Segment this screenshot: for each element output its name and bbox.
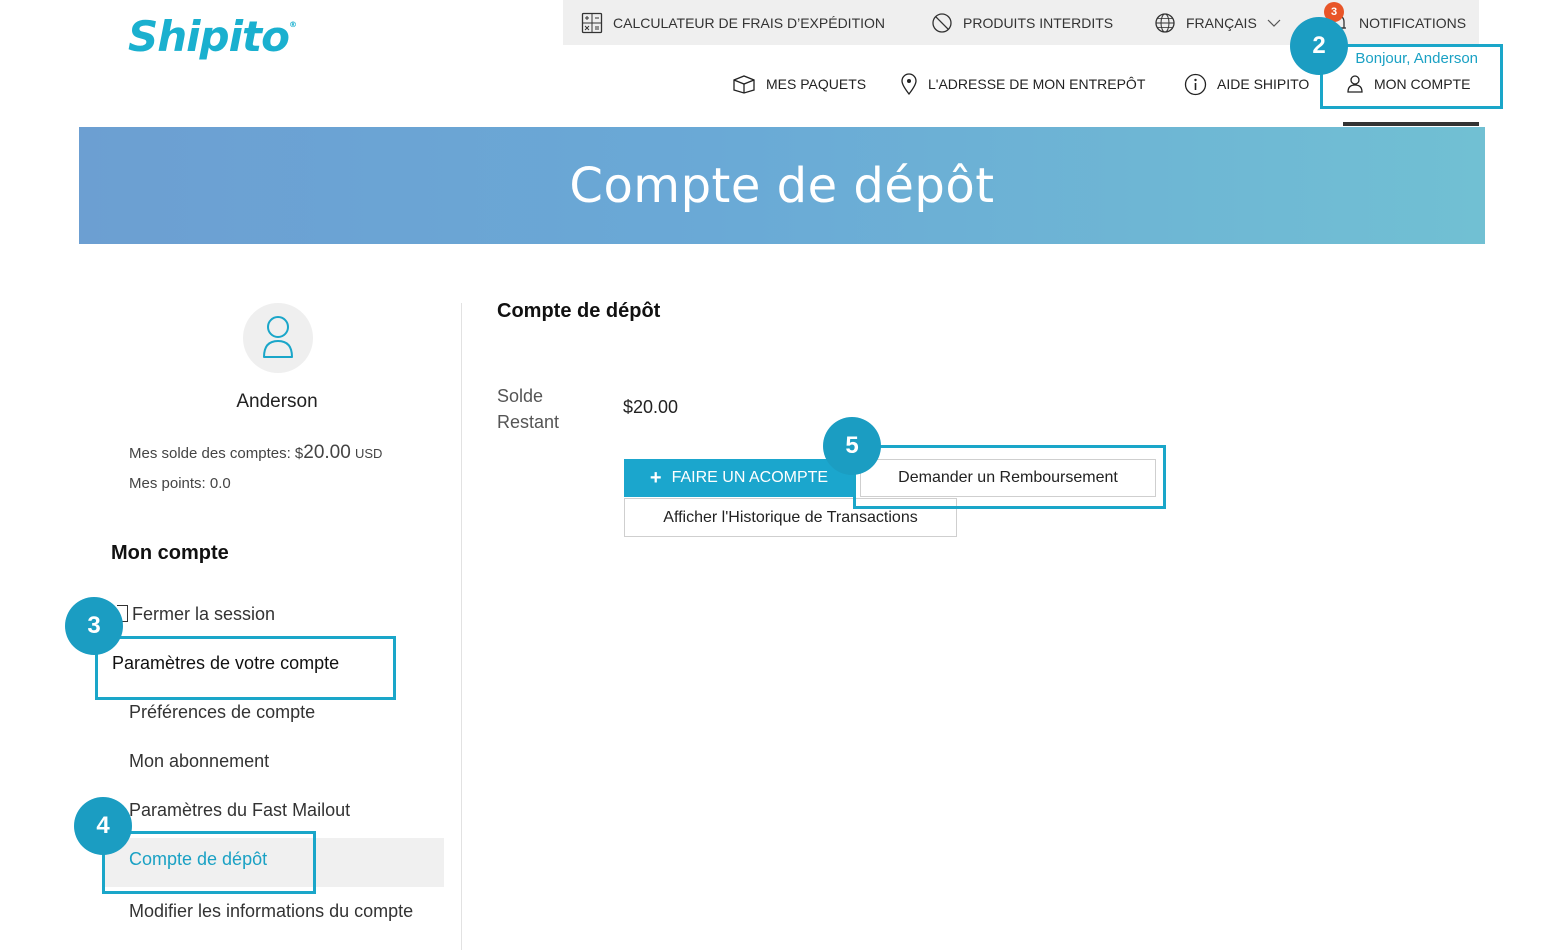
account-balance-summary: Mes solde des comptes: $20.00 USD	[129, 442, 382, 464]
plus-icon: +	[649, 467, 662, 489]
highlight-deposit-account	[102, 831, 316, 894]
sidebar-item-label: Paramètres du Fast Mailout	[129, 800, 351, 820]
chevron-down-icon	[1267, 18, 1281, 28]
sidebar-item-edit-account-info[interactable]: Modifier les informations du compte	[129, 898, 419, 924]
points-summary: Mes points: 0.0	[129, 475, 231, 492]
logo-text: Shipito	[128, 12, 290, 61]
sidebar-item-logout[interactable]: Fermer la session	[117, 604, 275, 625]
calculator-label: CALCULATEUR DE FRAIS D’EXPÉDITION	[613, 14, 886, 31]
package-icon	[732, 74, 756, 94]
balance-value: $20.00	[623, 397, 679, 417]
make-deposit-button[interactable]: + FAIRE UN ACOMPTE	[624, 459, 854, 497]
nav-help-label: AIDE SHIPITO	[1217, 76, 1310, 92]
profile-username: Anderson	[236, 391, 318, 412]
sidebar-item-label: Préférences de compte	[129, 702, 316, 722]
nav-warehouse-address[interactable]: L'ADRESSE DE MON ENTREPÔT	[900, 70, 1145, 98]
step-marker-4: 4	[74, 797, 132, 855]
notifications-label: NOTIFICATIONS	[1359, 14, 1467, 31]
sidebar-item-account-preferences[interactable]: Préférences de compte	[129, 702, 315, 723]
prohibited-icon	[931, 12, 953, 34]
language-selector[interactable]: FRANÇAIS	[1154, 12, 1281, 34]
balance-currency: USD	[354, 446, 383, 461]
language-label: FRANÇAIS	[1186, 14, 1257, 31]
nav-my-packages-label: MES PAQUETS	[766, 76, 867, 92]
globe-icon	[1154, 12, 1176, 34]
page-title: Compte de dépôt	[569, 157, 995, 214]
avatar	[243, 303, 313, 373]
balance-prefix: Mes solde des comptes: $	[129, 445, 304, 462]
highlight-refund-button	[853, 445, 1166, 509]
sidebar-item-label: Fermer la session	[132, 604, 276, 624]
prohibited-label: PRODUITS INTERDITS	[963, 14, 1114, 31]
balance-amount: 20.00	[303, 442, 351, 463]
notifications-link[interactable]: NOTIFICATIONS	[1327, 12, 1466, 34]
step-marker-2: 2	[1290, 17, 1348, 75]
calculator-icon	[581, 12, 603, 34]
balance-label: Solde Restant	[497, 386, 560, 432]
page-hero-banner: Compte de dépôt	[79, 127, 1485, 244]
step-marker-5: 5	[823, 417, 881, 475]
shipping-calculator-link[interactable]: CALCULATEUR DE FRAIS D’EXPÉDITION	[581, 12, 885, 34]
sidebar-heading: Mon compte	[111, 542, 229, 564]
registered-mark: ®	[288, 20, 297, 29]
shipito-logo[interactable]: Shipito®	[128, 12, 297, 61]
nav-shipito-help[interactable]: AIDE SHIPITO	[1184, 70, 1309, 98]
nav-my-packages[interactable]: MES PAQUETS	[732, 70, 866, 98]
location-pin-icon	[900, 72, 918, 96]
make-deposit-label: FAIRE UN ACOMPTE	[671, 469, 829, 486]
sidebar-item-label: Mon abonnement	[129, 751, 270, 771]
nav-warehouse-label: L'ADRESSE DE MON ENTREPÔT	[928, 76, 1146, 92]
step-marker-3: 3	[65, 597, 123, 655]
user-avatar-icon	[263, 316, 293, 358]
sidebar-item-label: Modifier les informations du compte	[129, 901, 414, 921]
transaction-history-label: Afficher l'Historique de Transactions	[663, 508, 918, 526]
info-icon	[1184, 73, 1207, 96]
sidebar-item-fast-mailout[interactable]: Paramètres du Fast Mailout	[129, 800, 350, 821]
sidebar-item-subscription[interactable]: Mon abonnement	[129, 751, 269, 772]
sidebar-divider	[461, 303, 462, 950]
section-title: Compte de dépôt	[497, 300, 661, 322]
highlight-account-settings	[95, 636, 396, 700]
active-nav-indicator	[1343, 122, 1479, 126]
highlight-my-account	[1320, 44, 1503, 109]
prohibited-items-link[interactable]: PRODUITS INTERDITS	[931, 12, 1113, 34]
